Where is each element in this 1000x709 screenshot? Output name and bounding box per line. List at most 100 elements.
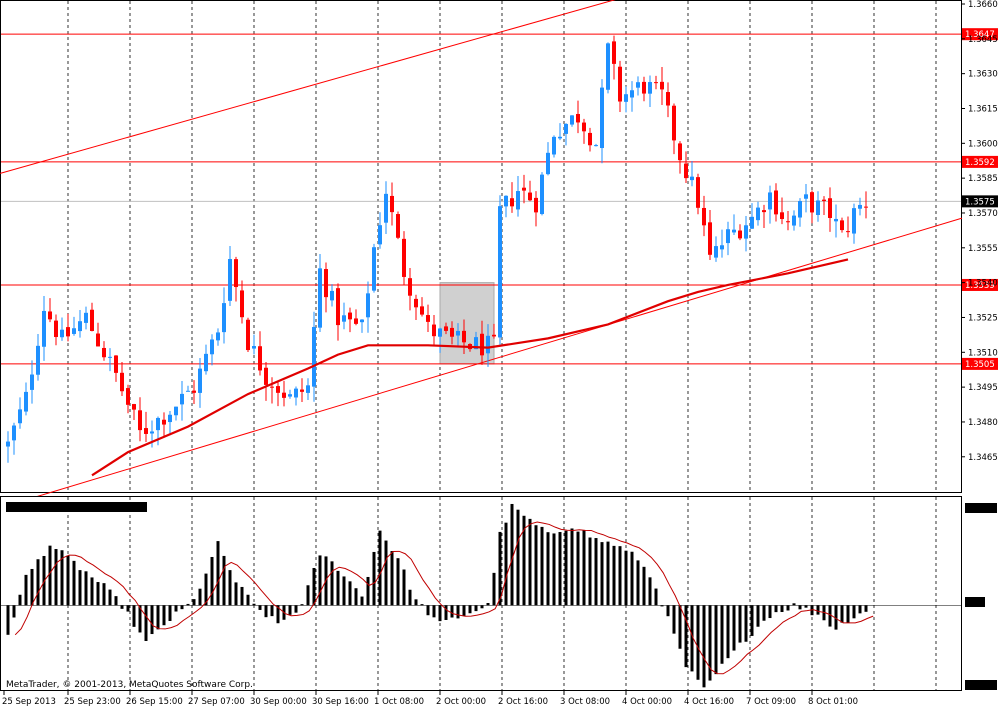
candle-body <box>84 312 88 323</box>
price-tick-label: 1.3540 <box>968 279 998 289</box>
macd-histogram-bar <box>18 594 22 606</box>
macd-histogram-bar <box>426 605 430 616</box>
macd-histogram-bar <box>186 603 190 606</box>
macd-histogram-bar <box>762 605 766 621</box>
candle-body <box>366 293 370 318</box>
price-tick-label: 1.3660 <box>968 0 998 10</box>
macd-histogram-bar <box>642 566 646 606</box>
macd-histogram-bar <box>366 576 370 606</box>
candle-body <box>564 123 568 134</box>
candle-body <box>114 355 118 373</box>
macd-histogram-bar <box>432 605 436 618</box>
macd-histogram-bar <box>306 585 310 606</box>
macd-histogram-bar <box>840 605 844 623</box>
macd-histogram-bar <box>786 605 790 611</box>
candle-body <box>312 326 316 387</box>
candle-body <box>690 176 694 181</box>
macd-histogram-bar <box>234 582 238 606</box>
candle-body <box>300 389 304 392</box>
macd-histogram-bar <box>84 571 88 606</box>
time-tick-label: 30 Sep 00:00 <box>250 697 307 707</box>
macd-histogram-bar <box>774 605 778 613</box>
macd-histogram-bar <box>318 555 322 606</box>
candle-body <box>12 425 16 441</box>
macd-histogram-bar <box>150 605 154 635</box>
macd-histogram-bar <box>846 605 850 623</box>
macd-histogram-bar <box>576 531 580 606</box>
candle-body <box>810 192 814 213</box>
price-tick-label: 1.3525 <box>968 313 998 323</box>
candle-body <box>750 216 754 229</box>
candle-body <box>90 309 94 331</box>
candle-body <box>42 310 46 347</box>
candle-body <box>72 328 76 334</box>
time-tick-label: 2 Oct 00:00 <box>436 697 486 707</box>
macd-histogram-bar <box>354 588 358 606</box>
candle-body <box>18 409 22 424</box>
macd-histogram-bar <box>558 532 562 606</box>
macd-histogram-bar <box>600 542 604 606</box>
macd-histogram-bar <box>588 537 592 606</box>
macd-histogram-bar <box>360 596 364 606</box>
candle-body <box>828 198 832 218</box>
macd-histogram-bar <box>654 588 658 606</box>
candle-body <box>438 328 442 337</box>
macd-histogram-bar <box>582 530 586 606</box>
macd-histogram-bar <box>816 605 820 615</box>
time-tick-label: 27 Sep 07:00 <box>188 697 245 707</box>
macd-histogram-bar <box>630 551 634 606</box>
candle-body <box>168 414 172 423</box>
macd-histogram-bar <box>336 570 340 606</box>
macd-histogram-bar <box>612 545 616 606</box>
candle-body <box>852 208 856 234</box>
candle-body <box>702 207 706 226</box>
macd-histogram-bar <box>126 605 130 612</box>
main-price-panel[interactable] <box>0 0 962 493</box>
candle-body <box>246 319 250 351</box>
candle-body <box>258 346 262 371</box>
macd-histogram-bar <box>210 556 214 606</box>
macd-histogram-bar <box>852 605 856 619</box>
macd-scale-marker-zero <box>965 597 985 607</box>
macd-histogram-bar <box>546 532 550 606</box>
candle-body <box>390 195 394 213</box>
candle-body <box>780 212 784 220</box>
macd-histogram-bar <box>396 558 400 606</box>
time-axis: 25 Sep 2013 25 Sep 23:00 26 Sep 15:00 27 Se… <box>2 691 858 707</box>
highlight-rect <box>439 282 495 365</box>
macd-histogram-bar <box>174 605 178 612</box>
macd-histogram-bar <box>216 541 220 606</box>
price-tick-label: 1.3570 <box>968 209 998 219</box>
candle-body <box>264 367 268 385</box>
candle-body <box>798 201 802 218</box>
candle-body <box>594 145 598 147</box>
macd-histogram-bar <box>714 605 718 675</box>
candle-body <box>420 306 424 315</box>
candle-body <box>510 198 514 207</box>
candle-body <box>744 225 748 239</box>
candle-body <box>402 238 406 277</box>
macd-histogram-bar <box>372 551 376 606</box>
candle-body <box>648 82 652 94</box>
macd-histogram-bar <box>468 605 472 614</box>
candle-body <box>252 346 256 349</box>
macd-histogram-bar <box>114 596 118 606</box>
price-axis: 1.3465 1.3480 1.3495 1.3510 1.3525 1.3540 1.35… <box>961 0 998 463</box>
macd-histogram-bar <box>96 582 100 606</box>
candle-body <box>528 192 532 201</box>
macd-histogram-bar <box>198 588 202 606</box>
chart-root: 1.36471.35921.35391.35051.3575 1.34651.3… <box>0 0 998 707</box>
candle-body <box>516 191 520 210</box>
candle-body <box>804 194 808 199</box>
candle-body <box>432 324 436 337</box>
macd-histogram-bar <box>414 599 418 606</box>
candle-body <box>720 245 724 250</box>
candle-body <box>624 94 628 102</box>
macd-histogram-bar <box>36 559 40 606</box>
candle-body <box>846 231 850 233</box>
time-tick-label: 8 Oct 01:00 <box>808 697 858 707</box>
candle-body <box>654 82 658 84</box>
candle-body <box>48 311 52 320</box>
time-tick-label: 25 Sep 2013 <box>2 697 56 707</box>
candle-body <box>126 388 130 405</box>
